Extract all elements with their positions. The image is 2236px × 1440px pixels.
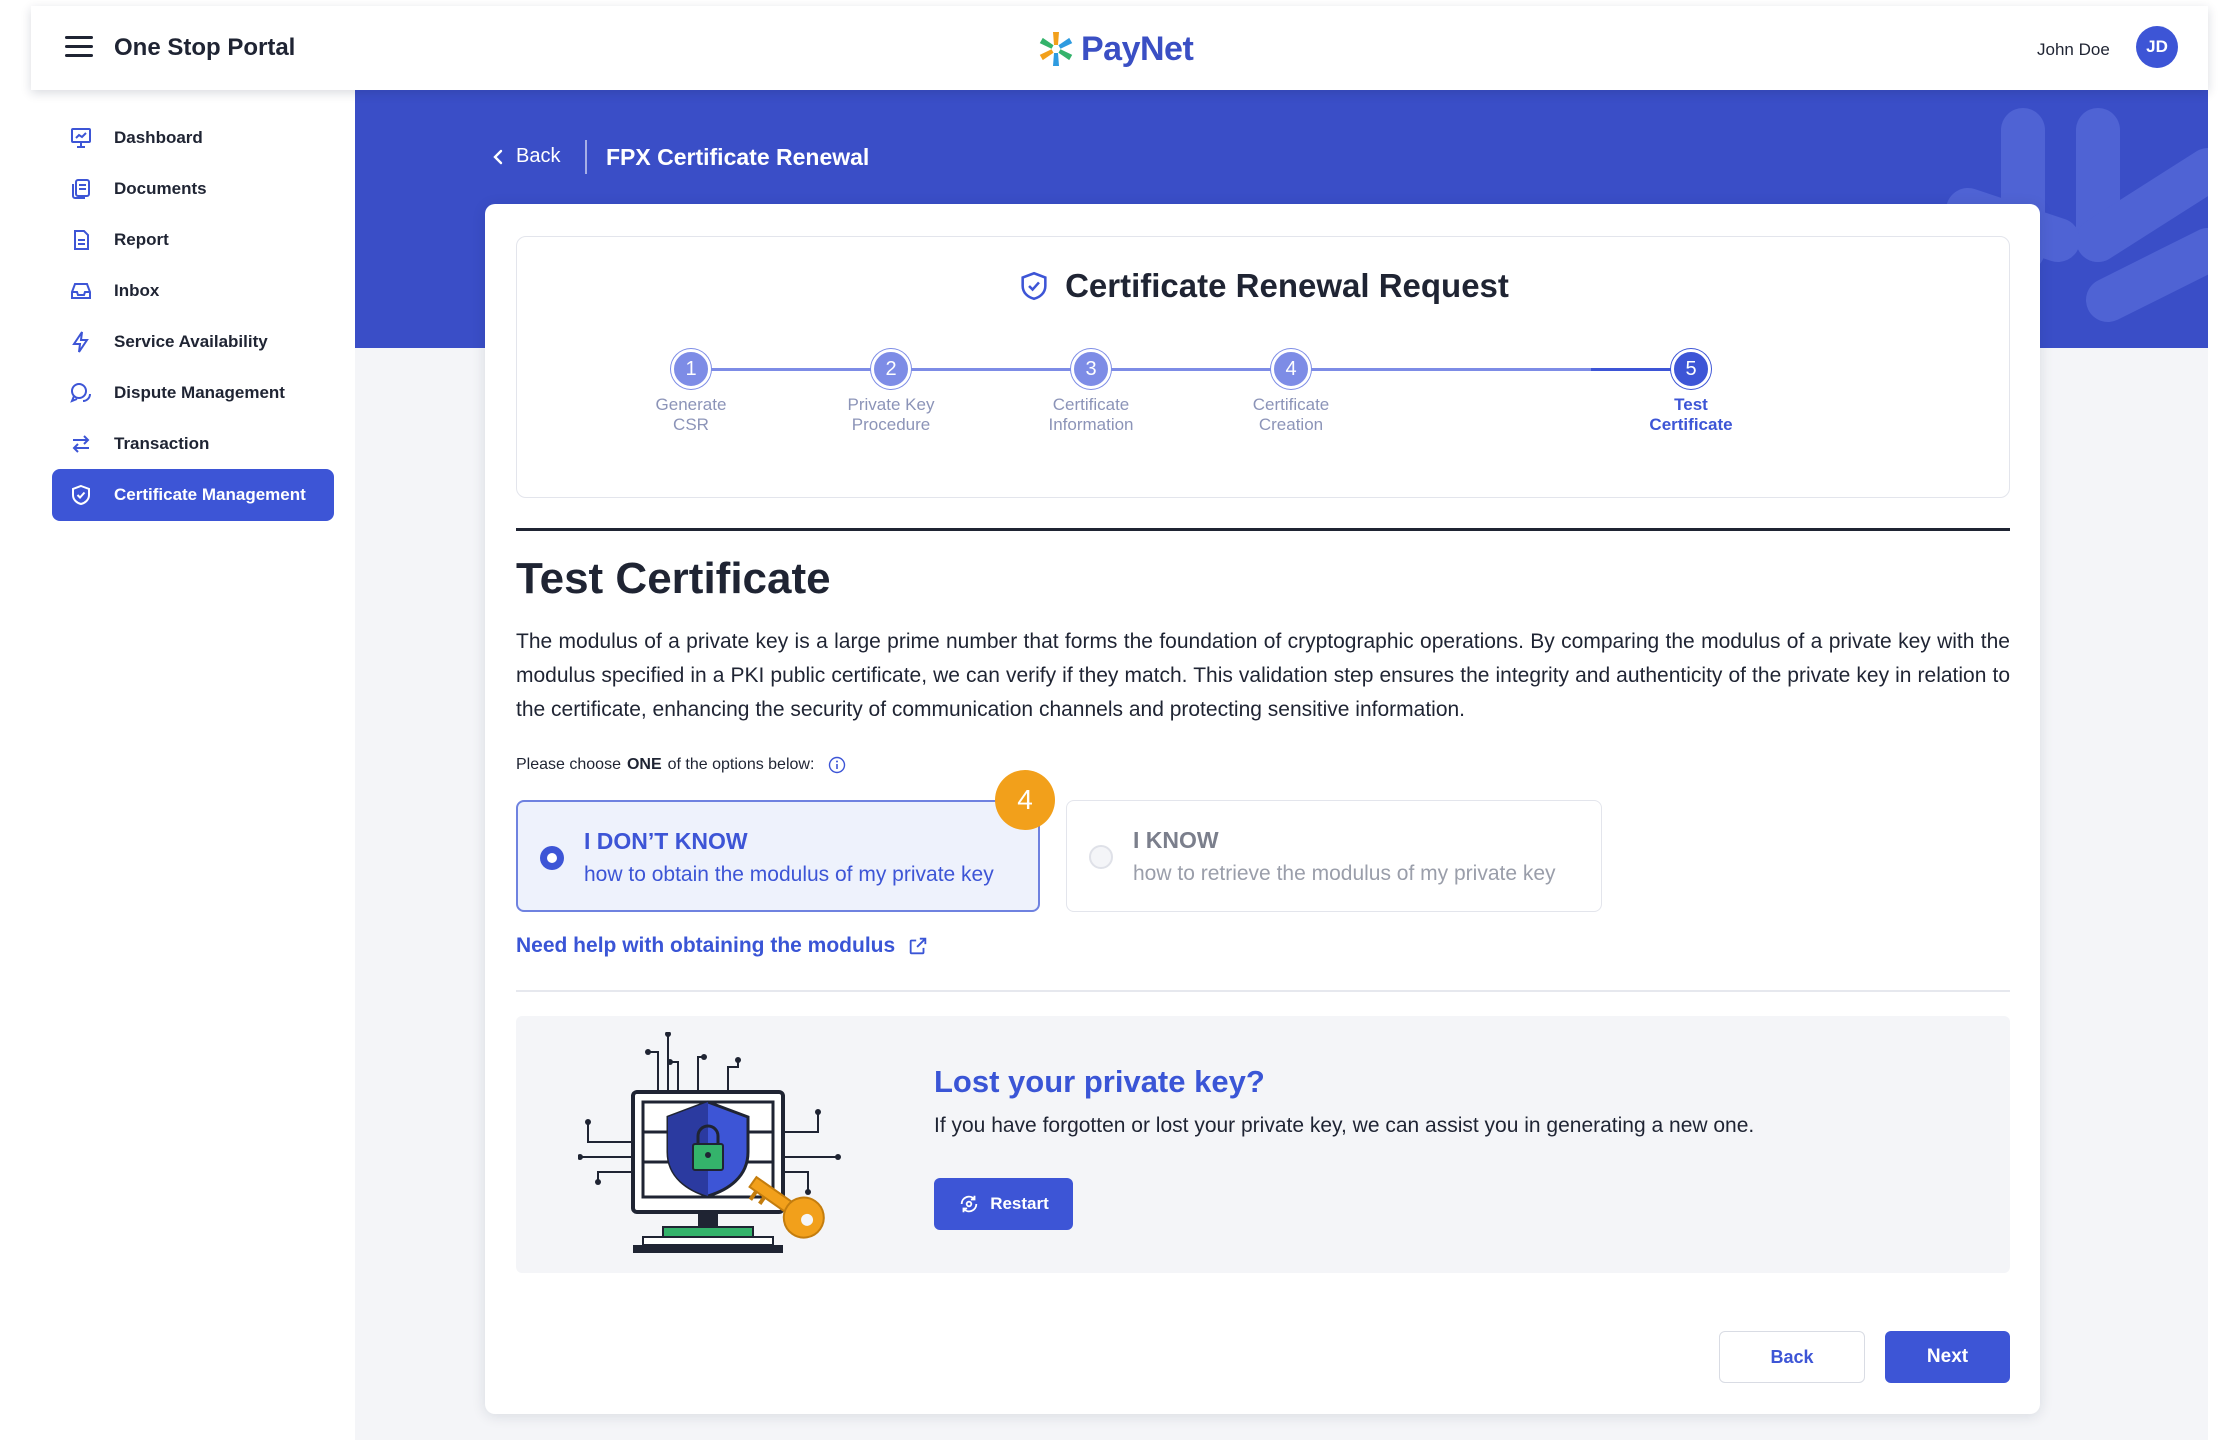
lost-key-text: If you have forgotten or lost your priva… [934,1114,1755,1137]
radio-selected[interactable] [540,846,564,870]
sidebar-item-report[interactable]: Report [52,214,334,266]
sidebar-item-label: Report [114,230,169,249]
section-title: Test Certificate [516,554,831,603]
sidebar-item-transaction[interactable]: Transaction [52,418,334,470]
step-label: Generate CSR [655,395,727,434]
sidebar-item-label: Documents [114,179,207,198]
sidebar-item-inbox[interactable]: Inbox [52,265,334,317]
option-dont-know[interactable]: I DON’T KNOW how to obtain the modulus o… [516,800,1040,912]
sidebar-item-dashboard[interactable]: Dashboard [52,112,334,164]
section-divider [516,528,2010,531]
info-icon[interactable] [828,756,846,774]
stepper-header: Certificate Renewal Request [517,267,2009,305]
restart-button[interactable]: Restart [934,1178,1073,1230]
step-label: Certificate Creation [1252,395,1330,434]
step-private-key-procedure: 2 Private Key Procedure [781,349,1001,435]
sidebar-item-label: Dispute Management [114,383,285,402]
option-subtitle: how to obtain the modulus of my private … [584,863,994,886]
section-description: The modulus of a private key is a large … [516,630,2010,721]
main-card: Certificate Renewal Request 1 Generate CS… [485,204,2040,1414]
report-icon [68,227,94,253]
stepper-panel: Certificate Renewal Request 1 Generate CS… [516,236,2010,498]
back-link-label: Back [516,145,561,167]
step-number: 4 [1271,349,1311,389]
step-test-certificate: 5 Test Certificate [1581,349,1801,435]
step-certificate-creation: 4 Certificate Creation [1181,349,1401,435]
user-avatar[interactable]: JD [2136,26,2178,68]
choose-instruction: Please choose ONE of the options below: [516,756,846,774]
step-label: Certificate Information [1048,395,1134,434]
lost-key-panel: Lost your private key? If you have forgo… [516,1016,2010,1273]
next-button[interactable]: Next [1885,1331,2010,1383]
dashboard-icon [68,125,94,151]
option-title: I DON’T KNOW [584,828,748,854]
inbox-icon [68,278,94,304]
option-know[interactable]: I KNOW how to retrieve the modulus of my… [1066,800,1602,912]
hamburger-menu-icon[interactable] [65,36,93,58]
sidebar: Dashboard Documents Report Inbox Service… [31,90,355,1440]
step-generate-csr: 1 Generate CSR [581,349,801,435]
back-link[interactable]: Back [492,145,560,168]
paynet-logo-mark-icon [1039,32,1073,66]
help-modulus-link[interactable]: Need help with obtaining the modulus [516,934,929,958]
app-title: One Stop Portal [114,34,296,61]
step-label: Private Key Procedure [847,395,935,434]
shield-check-icon [1021,271,1047,301]
logo-text: PayNet [1081,29,1194,68]
paynet-logo: PayNet [1037,28,1194,70]
help-link-label: Need help with obtaining the modulus [516,934,896,957]
content-divider [516,990,2010,992]
restart-button-label: Restart [990,1194,1049,1213]
sidebar-item-label: Service Availability [114,332,268,351]
shield-icon [68,482,94,508]
annotation-badge: 4 [995,770,1055,830]
option-subtitle: how to retrieve the modulus of my privat… [1133,862,1556,885]
top-bar: One Stop Portal PayNet John Doe JD [31,6,2208,90]
chevron-left-icon [493,149,503,164]
user-name: John Doe [2037,40,2110,59]
sidebar-item-service-availability[interactable]: Service Availability [52,316,334,368]
step-number: 5 [1671,349,1711,389]
step-label: Test Certificate [1649,395,1733,434]
sidebar-item-dispute-management[interactable]: Dispute Management [52,367,334,419]
step-number: 2 [871,349,911,389]
step-certificate-information: 3 Certificate Information [981,349,1201,435]
sidebar-item-label: Transaction [114,434,210,453]
breadcrumb-divider [585,140,587,174]
external-link-icon [909,937,927,955]
lightning-icon [68,329,94,355]
stepper-title: Certificate Renewal Request [1065,267,1509,304]
step-connector [1491,368,1591,371]
chat-icon [68,380,94,406]
sidebar-item-certificate-management[interactable]: Certificate Management [52,469,334,521]
sidebar-item-label: Inbox [114,281,160,300]
sidebar-item-documents[interactable]: Documents [52,163,334,215]
page-title: FPX Certificate Renewal [606,144,870,170]
option-title: I KNOW [1133,827,1219,853]
back-button[interactable]: Back [1719,1331,1865,1383]
step-number: 1 [671,349,711,389]
arrows-icon [68,431,94,457]
lost-key-title: Lost your private key? [934,1064,1265,1099]
security-lock-illustration [578,1032,841,1253]
sidebar-item-label: Dashboard [114,128,203,147]
sidebar-item-label: Certificate Management [114,485,306,504]
restart-icon [960,1195,978,1213]
step-number: 3 [1071,349,1111,389]
documents-icon [68,176,94,202]
radio-unselected[interactable] [1089,845,1113,869]
